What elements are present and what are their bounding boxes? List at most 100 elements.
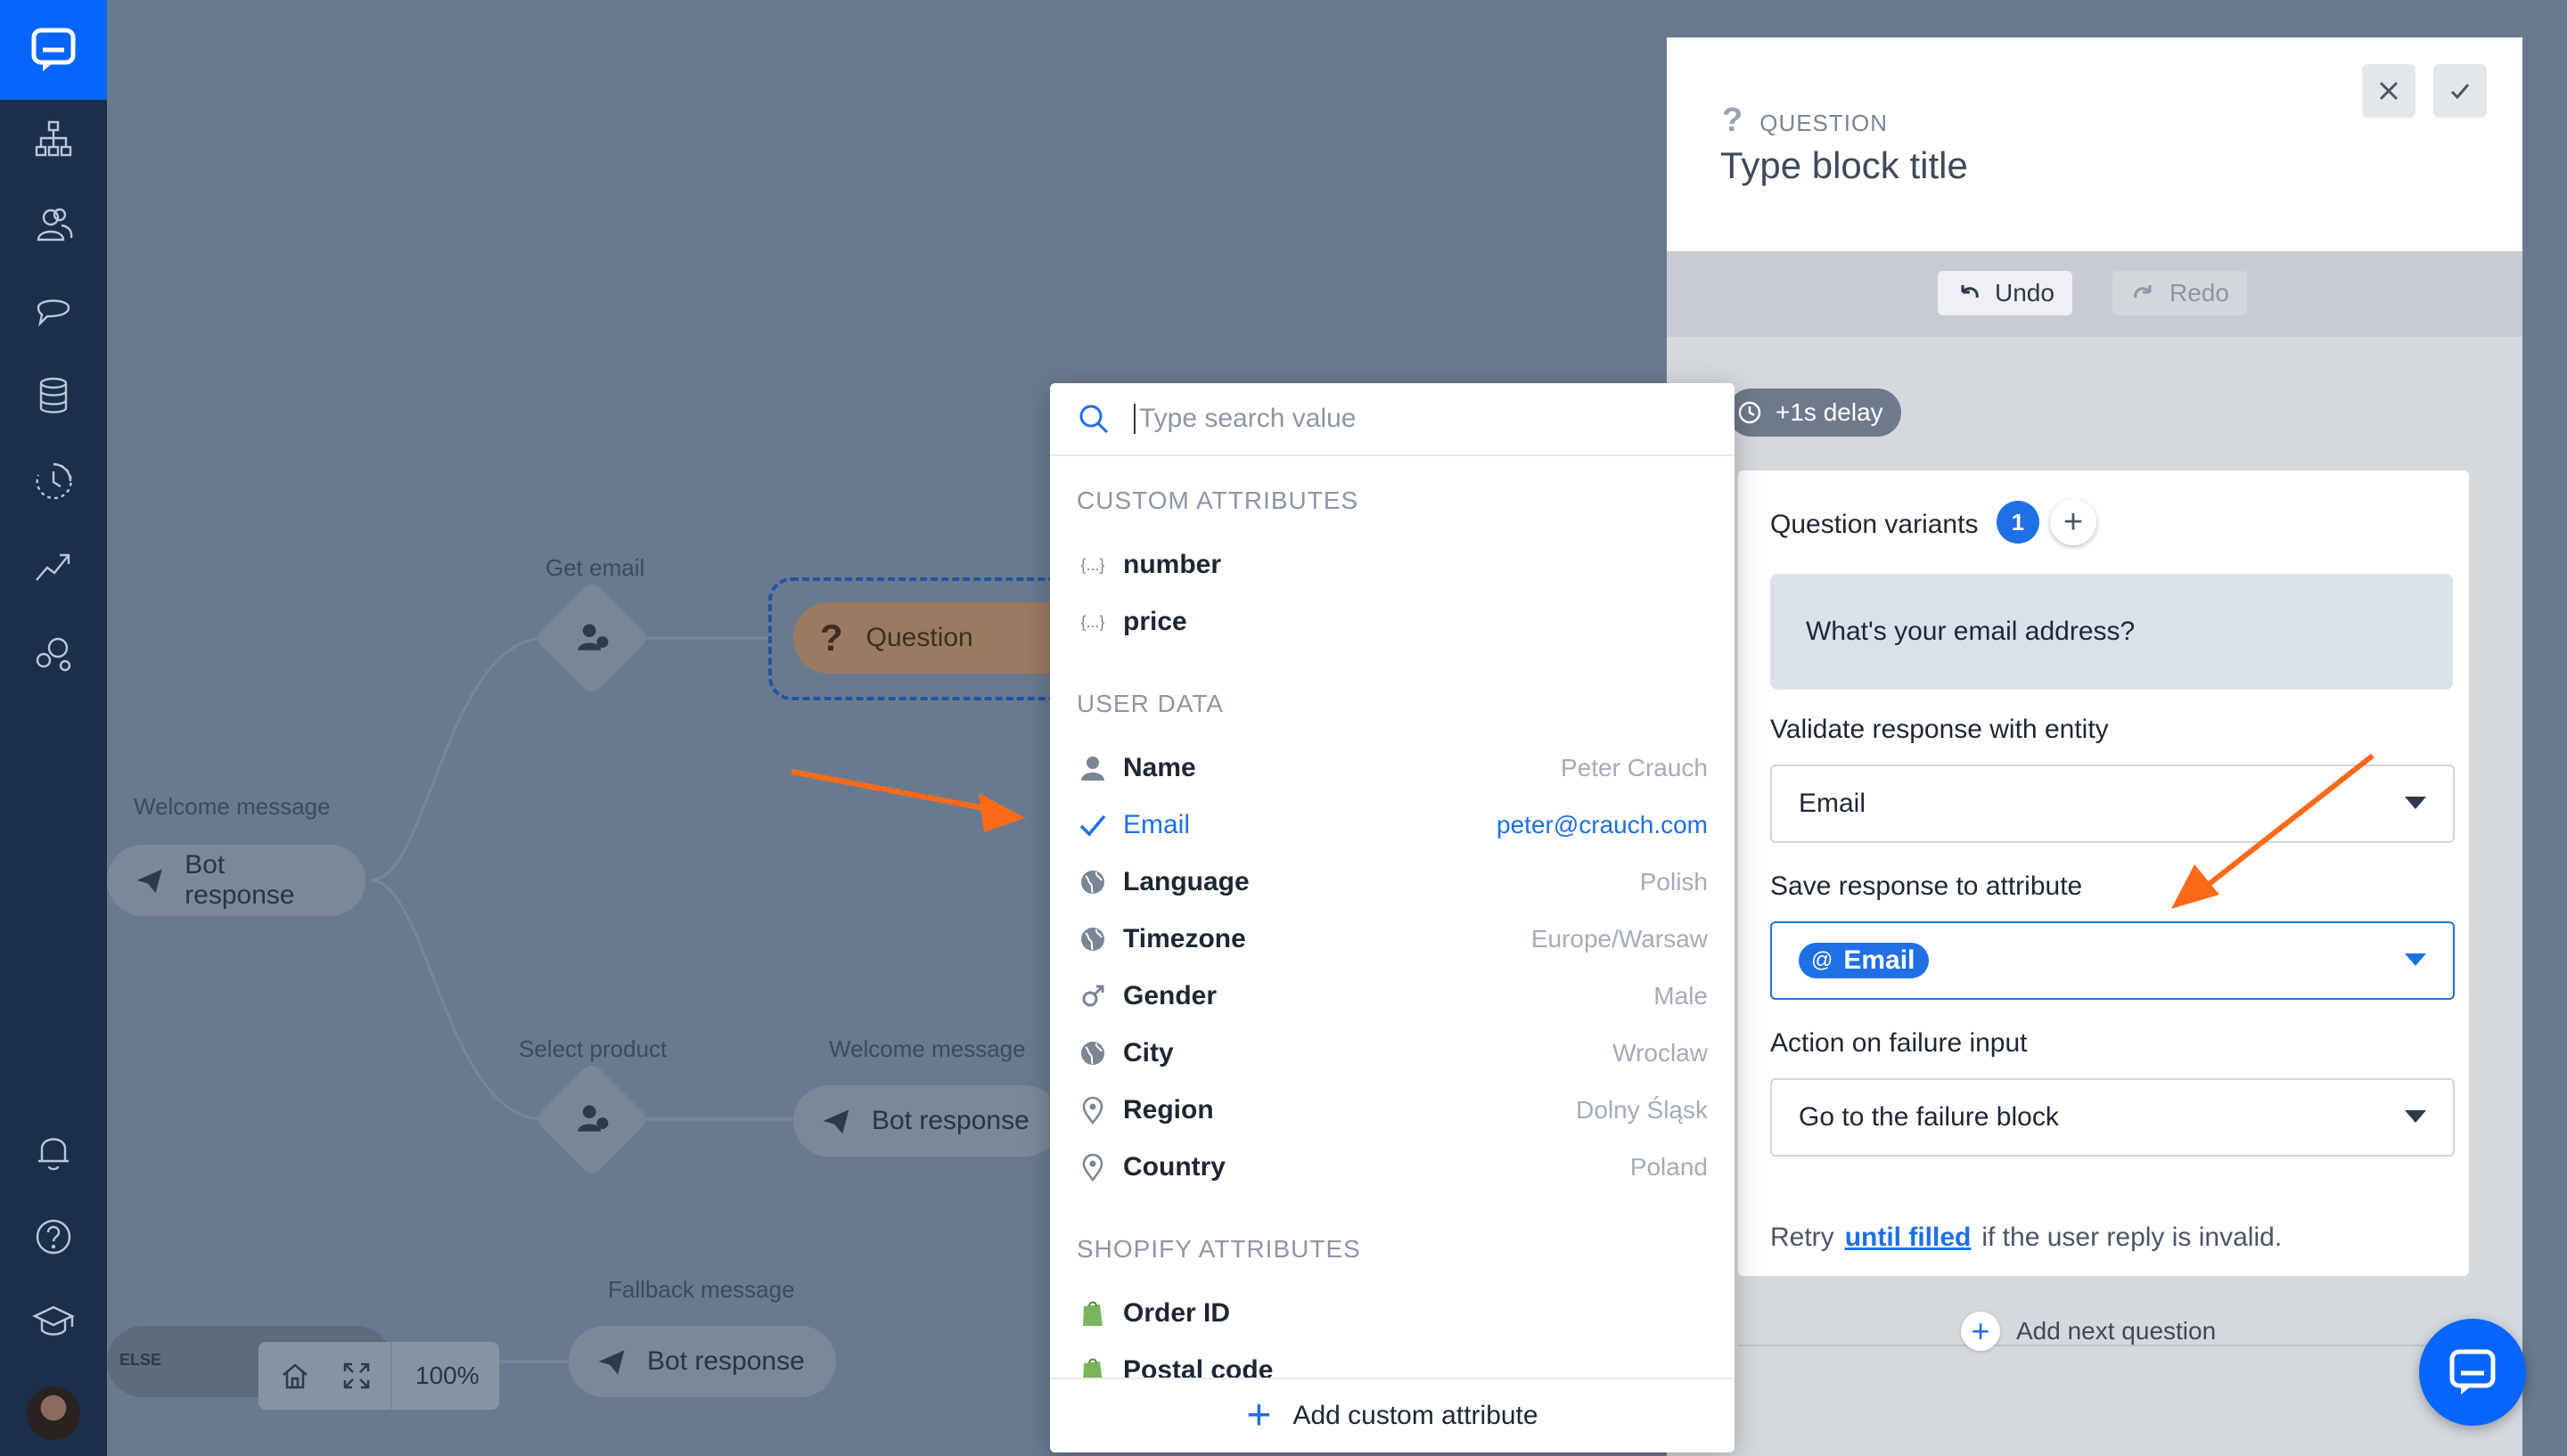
delay-label: +1s delay: [1776, 398, 1883, 426]
close-icon: [2379, 81, 2399, 101]
bot-response-node[interactable]: Bot response: [569, 1326, 836, 1397]
history-icon[interactable]: [0, 446, 107, 517]
section-shopify-attributes: SHOPIFY ATTRIBUTES: [1077, 1235, 1361, 1263]
section-custom-attributes: CUSTOM ATTRIBUTES: [1077, 487, 1359, 514]
pin-icon: [1077, 1151, 1109, 1183]
add-next-question-label: Add next question: [2016, 1317, 2217, 1345]
search-input[interactable]: [1134, 404, 1669, 434]
chatbot-logo-icon[interactable]: [0, 0, 107, 100]
shopify-attribute-item[interactable]: Order ID: [1050, 1285, 1735, 1342]
node-label-welcome-2: Welcome message: [829, 1035, 1026, 1062]
user-data-item-country[interactable]: Country Poland: [1050, 1139, 1735, 1196]
variant-count-badge[interactable]: 1: [1997, 501, 2039, 544]
academy-icon[interactable]: [0, 1287, 107, 1358]
redo-button[interactable]: Redo: [2112, 271, 2247, 315]
user-data-value: Polish: [1639, 868, 1708, 896]
block-type-label: QUESTION: [1759, 110, 1889, 136]
user-data-item-timezone[interactable]: Timezone Europe/Warsaw: [1050, 911, 1735, 968]
globe-icon: [1077, 1037, 1109, 1069]
check-icon: [2450, 84, 2470, 100]
user-data-value: Poland: [1629, 1153, 1708, 1181]
chatbots-icon[interactable]: [0, 103, 107, 175]
send-icon: [823, 1109, 849, 1134]
user-data-label: Gender: [1123, 981, 1218, 1010]
question-node[interactable]: ? Question: [793, 602, 1087, 674]
failure-action-select[interactable]: Go to the failure block: [1770, 1078, 2455, 1157]
at-icon: @: [1811, 948, 1833, 972]
retry-mode-link[interactable]: until filled: [1845, 1223, 1972, 1252]
retry-text: Retry until filled if the user reply is in…: [1770, 1223, 2282, 1253]
custom-attribute-item[interactable]: {...} price: [1050, 593, 1735, 650]
chevron-down-icon: [2405, 797, 2426, 809]
users-icon[interactable]: [0, 189, 107, 260]
add-variant-button[interactable]: +: [2050, 499, 2096, 545]
node-label-welcome: Welcome message: [134, 793, 331, 820]
add-next-question-button[interactable]: + Add next question: [1961, 1312, 2216, 1351]
panel-header: ? QUESTION Type block title: [1667, 37, 2522, 251]
close-button[interactable]: [2362, 64, 2415, 118]
user-data-value: Europe/Warsaw: [1530, 925, 1708, 953]
node-label-select-product: Select product: [519, 1035, 668, 1062]
sidebar: [0, 0, 107, 1456]
redo-label: Redo: [2169, 279, 2229, 307]
custom-attribute-item[interactable]: {...} number: [1050, 536, 1735, 593]
chevron-down-icon: [2405, 953, 2426, 966]
send-icon: [136, 869, 162, 894]
zoom-level[interactable]: 100%: [390, 1342, 480, 1410]
user-data-label: City: [1123, 1038, 1174, 1067]
undo-button[interactable]: Undo: [1938, 271, 2072, 315]
home-icon[interactable]: [258, 1342, 332, 1410]
user-input-icon: [551, 1078, 633, 1160]
attribute-chip: @ Email: [1799, 943, 1930, 978]
failure-action-value: Go to the failure block: [1799, 1102, 2059, 1132]
reports-icon[interactable]: [0, 531, 107, 602]
add-custom-attribute-label: Add custom attribute: [1292, 1401, 1538, 1430]
notifications-icon[interactable]: [0, 1116, 107, 1187]
user-data-item-email[interactable]: Email peter@crauch.com: [1050, 797, 1735, 854]
delay-badge[interactable]: +1s delay: [1727, 389, 1901, 437]
user-data-item-language[interactable]: Language Polish: [1050, 854, 1735, 911]
bot-response-node[interactable]: Bot response: [107, 845, 365, 916]
bot-response-label: Bot response: [647, 1346, 805, 1376]
avatar[interactable]: [27, 1386, 80, 1440]
user-data-item-region[interactable]: Region Dolny Śląsk: [1050, 1082, 1735, 1139]
plus-icon: +: [1961, 1312, 2000, 1351]
retry-suffix: if the user reply is invalid.: [1981, 1223, 2283, 1252]
bot-response-node[interactable]: Bot response: [793, 1085, 1061, 1157]
user-data-item-city[interactable]: City Wroclaw: [1050, 1025, 1735, 1082]
attribute-chip-label: Email: [1843, 945, 1915, 975]
conversations-icon[interactable]: [0, 274, 107, 346]
help-icon[interactable]: [0, 1201, 107, 1272]
chat-widget-button[interactable]: [2419, 1319, 2526, 1426]
add-custom-attribute-button[interactable]: + Add custom attribute: [1050, 1378, 1735, 1452]
save-attribute-select[interactable]: @ Email: [1770, 921, 2455, 1000]
redo-icon: [2134, 285, 2152, 299]
plus-icon: +: [1246, 1392, 1272, 1439]
failure-action-label: Action on failure input: [1770, 1028, 2028, 1058]
validate-entity-select[interactable]: Email: [1770, 765, 2455, 843]
else-label: ELSE: [119, 1351, 162, 1369]
user-input-icon: [551, 597, 633, 679]
send-icon: [598, 1350, 625, 1375]
integrations-icon[interactable]: [0, 617, 107, 688]
fullscreen-icon[interactable]: [332, 1342, 381, 1410]
user-data-item-gender[interactable]: Gender Male: [1050, 968, 1735, 1025]
user-data-label: Name: [1123, 753, 1196, 782]
custom-attribute-label: number: [1123, 550, 1222, 579]
user-data-label: Timezone: [1123, 924, 1246, 953]
validate-entity-value: Email: [1799, 789, 1866, 818]
gender-icon: [1077, 980, 1109, 1012]
undo-label: Undo: [1995, 279, 2054, 307]
question-variant-input[interactable]: What's your email address?: [1770, 574, 2453, 690]
search-icon: [1079, 405, 1109, 434]
block-title-input[interactable]: Type block title: [1720, 144, 1968, 187]
custom-attribute-label: price: [1123, 607, 1187, 636]
confirm-button[interactable]: [2433, 64, 2487, 118]
block-type: ? QUESTION: [1722, 102, 1888, 140]
undo-icon: [1961, 285, 1979, 299]
clock-icon: [1738, 401, 1761, 424]
user-data-item-name[interactable]: Name Peter Crauch: [1050, 740, 1735, 797]
undo-redo-bar: [1667, 251, 2522, 337]
bot-response-label: Bot response: [185, 850, 295, 910]
database-icon[interactable]: [0, 360, 107, 431]
